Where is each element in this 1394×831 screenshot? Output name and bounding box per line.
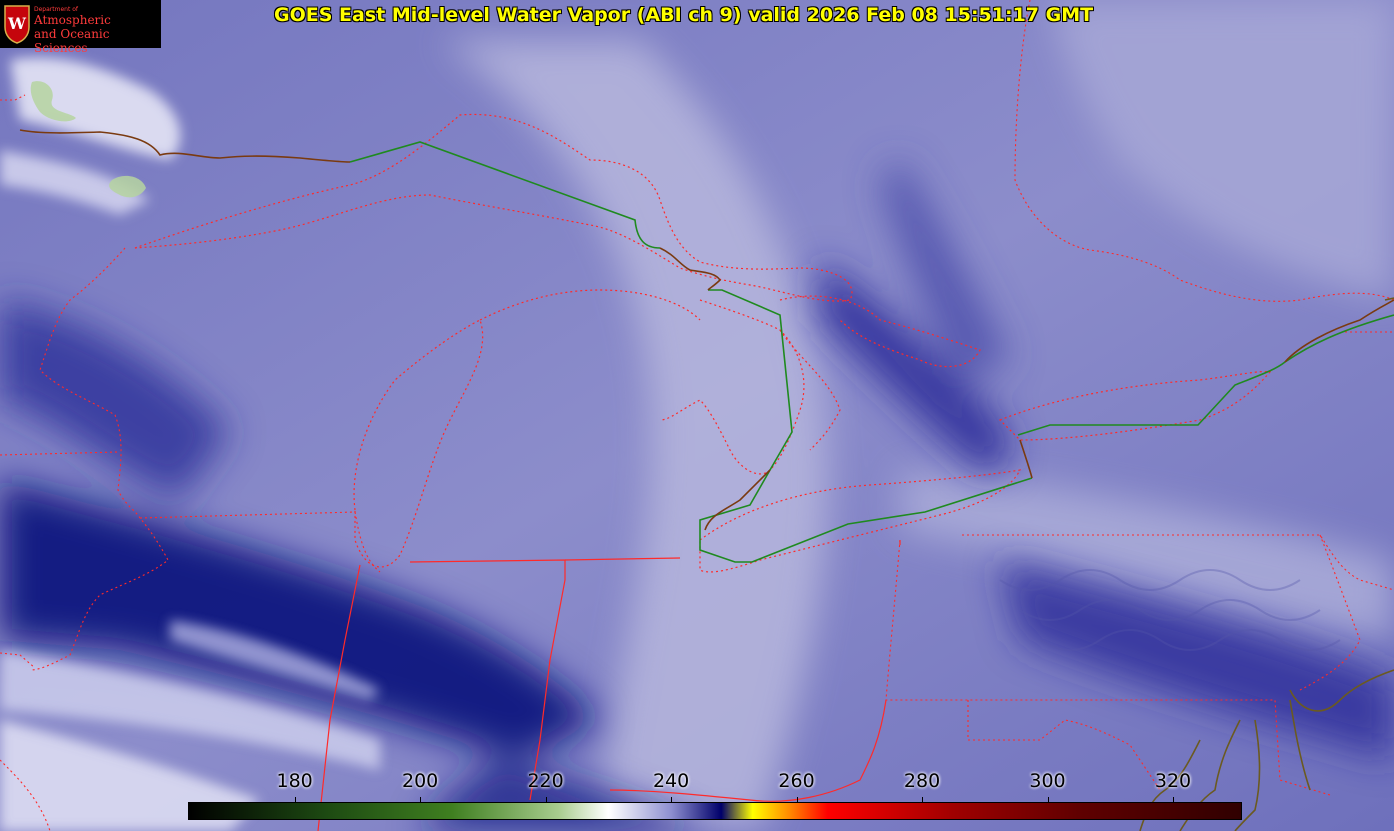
colorbar-tick-mark-320 <box>1172 797 1174 803</box>
temperature-colorbar <box>188 802 1242 820</box>
colorbar-tick-mark-200 <box>420 797 422 803</box>
colorbar-tick-300: 300 <box>1029 770 1066 792</box>
logo-oceanic-text: and Oceanic Sciences <box>34 27 110 55</box>
colorbar-tick-mark-220 <box>545 797 547 803</box>
colorbar-tick-220: 220 <box>527 770 564 792</box>
colorbar-tick-200: 200 <box>401 770 439 792</box>
colorbar-tick-mark-180 <box>294 797 296 803</box>
water-vapor-satellite-image <box>0 0 1394 831</box>
logo-department-text: Department of <box>34 6 78 13</box>
uw-aos-logo: W Department of Atmospheric and Oceanic … <box>0 0 161 55</box>
colorbar-tick-320: 320 <box>1154 770 1192 792</box>
colorbar-tick-180: 180 <box>276 770 313 792</box>
logo-atmospheric-text: Atmospheric <box>34 13 111 27</box>
colorbar-tick-260: 260 <box>778 770 815 792</box>
colorbar-tick-mark-300 <box>1047 797 1049 803</box>
seal-letter: W <box>7 14 27 33</box>
colorbar-tick-280: 280 <box>903 770 941 792</box>
image-title: GOES East Mid-level Water Vapor (ABI ch … <box>274 4 1094 26</box>
colorbar-tick-mark-260 <box>796 797 798 803</box>
colorbar-tick-mark-240 <box>671 797 673 803</box>
colorbar-tick-mark-280 <box>922 797 924 803</box>
university-seal-icon: W <box>4 5 30 44</box>
colorbar-tick-240: 240 <box>652 770 690 792</box>
